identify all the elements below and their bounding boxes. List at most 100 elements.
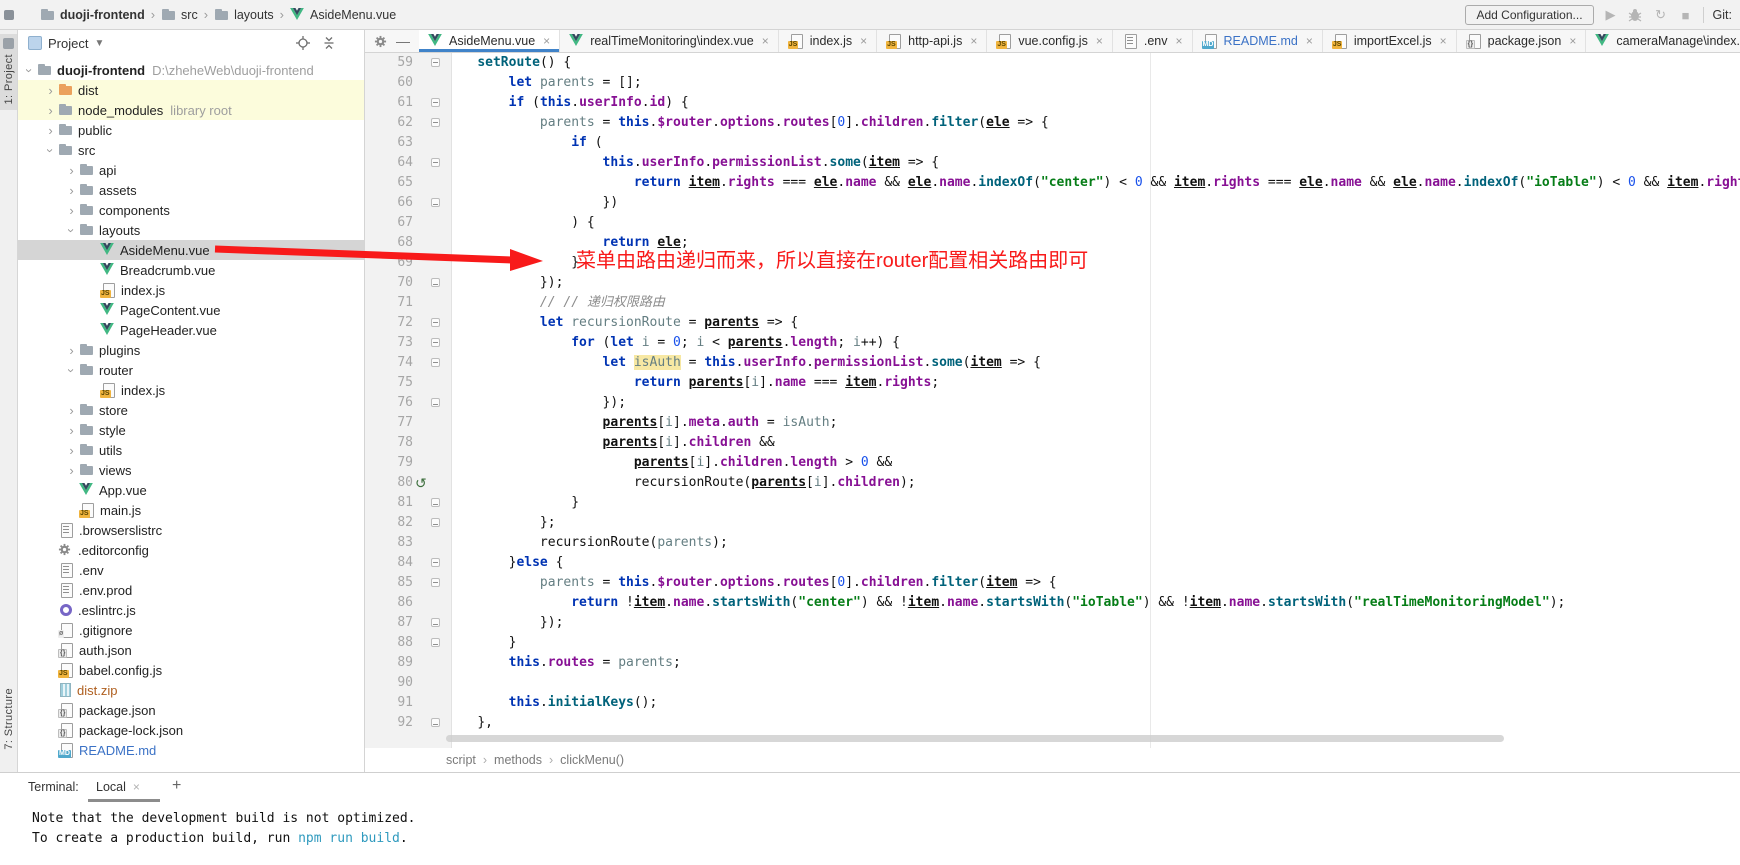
code-line[interactable]: 92 },: [365, 713, 1740, 733]
breadcrumb-item[interactable]: AsideMenu.vue: [290, 8, 396, 22]
code-line[interactable]: 84 }else {: [365, 553, 1740, 573]
tree-item[interactable]: ›views: [18, 460, 365, 480]
editor-tab[interactable]: {}package.json×: [1457, 30, 1587, 52]
tree-expand-icon[interactable]: ›: [43, 143, 58, 158]
code-line[interactable]: 81 }: [365, 493, 1740, 513]
code-line[interactable]: 77 parents[i].meta.auth = isAuth;: [365, 413, 1740, 433]
tree-item[interactable]: .editorconfig: [18, 540, 365, 560]
code-line[interactable]: 66 }): [365, 193, 1740, 213]
new-terminal-icon[interactable]: +: [172, 777, 181, 795]
close-icon[interactable]: ×: [543, 34, 550, 48]
stop-icon[interactable]: ■: [1678, 8, 1694, 23]
breadcrumb-item[interactable]: src: [161, 8, 198, 22]
editor-tab[interactable]: JSimportExcel.js×: [1323, 30, 1457, 52]
code-line[interactable]: 71 // // 递归权限路由: [365, 293, 1740, 313]
tree-item[interactable]: .eslintrc.js: [18, 600, 365, 620]
close-icon[interactable]: ×: [1569, 34, 1576, 48]
editor-tab[interactable]: AsideMenu.vue×: [419, 30, 560, 52]
chevron-down-icon[interactable]: ▼: [94, 38, 104, 49]
code-line[interactable]: 79 parents[i].children.length > 0 &&: [365, 453, 1740, 473]
close-icon[interactable]: ×: [1175, 34, 1182, 48]
locate-file-icon[interactable]: [296, 36, 310, 50]
editor-tab[interactable]: JSvue.config.js×: [987, 30, 1113, 52]
editor-tab[interactable]: JShttp-api.js×: [877, 30, 987, 52]
tree-item[interactable]: ø.gitignore: [18, 620, 365, 640]
code-line[interactable]: 59 setRoute() {: [365, 53, 1740, 73]
code-line[interactable]: 76 });: [365, 393, 1740, 413]
code-line[interactable]: 90: [365, 673, 1740, 693]
tree-item[interactable]: ›components: [18, 200, 365, 220]
editor-breadcrumb-item[interactable]: clickMenu(): [560, 753, 624, 767]
tree-expand-icon[interactable]: ›: [43, 103, 58, 118]
code-editor[interactable]: 59 setRoute() {60 let parents = [];61 if…: [365, 53, 1740, 748]
fold-marker[interactable]: [431, 278, 440, 287]
fold-marker[interactable]: [431, 158, 440, 167]
editor-breadcrumb-item[interactable]: methods: [494, 753, 542, 767]
fold-marker[interactable]: [431, 198, 440, 207]
code-line[interactable]: 64 this.userInfo.permissionList.some(ite…: [365, 153, 1740, 173]
tree-item[interactable]: {}auth.json: [18, 640, 365, 660]
tree-item[interactable]: JSmain.js: [18, 500, 365, 520]
terminal-tab-local[interactable]: Local ×: [96, 780, 140, 794]
tree-expand-icon[interactable]: ›: [43, 83, 58, 98]
fold-marker[interactable]: [431, 358, 440, 367]
tree-item[interactable]: MDREADME.md: [18, 740, 365, 760]
code-line[interactable]: 70 });: [365, 273, 1740, 293]
tree-item[interactable]: ›api: [18, 160, 365, 180]
editor-tab[interactable]: realTimeMonitoring\index.vue×: [560, 30, 779, 52]
fold-marker[interactable]: [431, 558, 440, 567]
fold-marker[interactable]: [431, 58, 440, 67]
tree-item[interactable]: ›router: [18, 360, 365, 380]
tree-expand-icon[interactable]: ›: [64, 203, 79, 218]
fold-marker[interactable]: [431, 318, 440, 327]
close-icon[interactable]: ×: [1306, 34, 1313, 48]
editor-tab[interactable]: cameraManage\index.vue×: [1586, 30, 1740, 52]
tree-expand-icon[interactable]: ›: [22, 63, 37, 78]
close-icon[interactable]: ×: [860, 34, 867, 48]
fold-marker[interactable]: [431, 638, 440, 647]
code-line[interactable]: 67 ) {: [365, 213, 1740, 233]
fold-marker[interactable]: [431, 498, 440, 507]
code-line[interactable]: 83 recursionRoute(parents);: [365, 533, 1740, 553]
code-line[interactable]: 75 return parents[i].name === item.right…: [365, 373, 1740, 393]
fold-marker[interactable]: [431, 578, 440, 587]
breadcrumb-item[interactable]: layouts: [214, 8, 274, 22]
tree-item[interactable]: .env.prod: [18, 580, 365, 600]
code-line[interactable]: 65 return item.rights === ele.name && el…: [365, 173, 1740, 193]
tree-item[interactable]: ›duoji-frontendD:\zheheWeb\duoji-fronten…: [18, 60, 365, 80]
tree-item[interactable]: JSindex.js: [18, 380, 365, 400]
collapse-all-icon[interactable]: [322, 36, 336, 50]
code-line[interactable]: 87 });: [365, 613, 1740, 633]
debug-icon[interactable]: [1628, 8, 1644, 22]
tree-item[interactable]: PageHeader.vue: [18, 320, 365, 340]
editor-tab[interactable]: .env×: [1113, 30, 1193, 52]
tree-item[interactable]: ›node_moduleslibrary root: [18, 100, 365, 120]
tree-item[interactable]: PageContent.vue: [18, 300, 365, 320]
run-icon[interactable]: ▶: [1603, 7, 1619, 23]
code-line[interactable]: 86 return !item.name.startsWith("center"…: [365, 593, 1740, 613]
fold-marker[interactable]: [431, 98, 440, 107]
code-line[interactable]: 60 let parents = [];: [365, 73, 1740, 93]
close-icon[interactable]: ×: [1096, 34, 1103, 48]
code-line[interactable]: 80↺ recursionRoute(parents[i].children);: [365, 473, 1740, 493]
code-line[interactable]: 74 let isAuth = this.userInfo.permission…: [365, 353, 1740, 373]
tree-item[interactable]: {}package-lock.json: [18, 720, 365, 740]
tree-item[interactable]: ›public: [18, 120, 365, 140]
hide-panel-icon[interactable]: —: [396, 33, 410, 49]
fold-marker[interactable]: [431, 398, 440, 407]
close-icon[interactable]: ×: [970, 34, 977, 48]
code-line[interactable]: 89 this.routes = parents;: [365, 653, 1740, 673]
rerun-icon[interactable]: ↻: [1653, 7, 1669, 23]
tree-expand-icon[interactable]: ›: [64, 163, 79, 178]
tree-item[interactable]: ›layouts: [18, 220, 365, 240]
editor-breadcrumb-item[interactable]: script: [446, 753, 476, 767]
close-icon[interactable]: ×: [133, 780, 140, 794]
tree-item[interactable]: dist.zip: [18, 680, 365, 700]
tree-item[interactable]: {}package.json: [18, 700, 365, 720]
tree-item[interactable]: ›utils: [18, 440, 365, 460]
tree-item[interactable]: ›plugins: [18, 340, 365, 360]
tree-expand-icon[interactable]: ›: [64, 443, 79, 458]
code-line[interactable]: 85 parents = this.$router.options.routes…: [365, 573, 1740, 593]
fold-marker[interactable]: [431, 618, 440, 627]
tree-item[interactable]: JSindex.js: [18, 280, 365, 300]
